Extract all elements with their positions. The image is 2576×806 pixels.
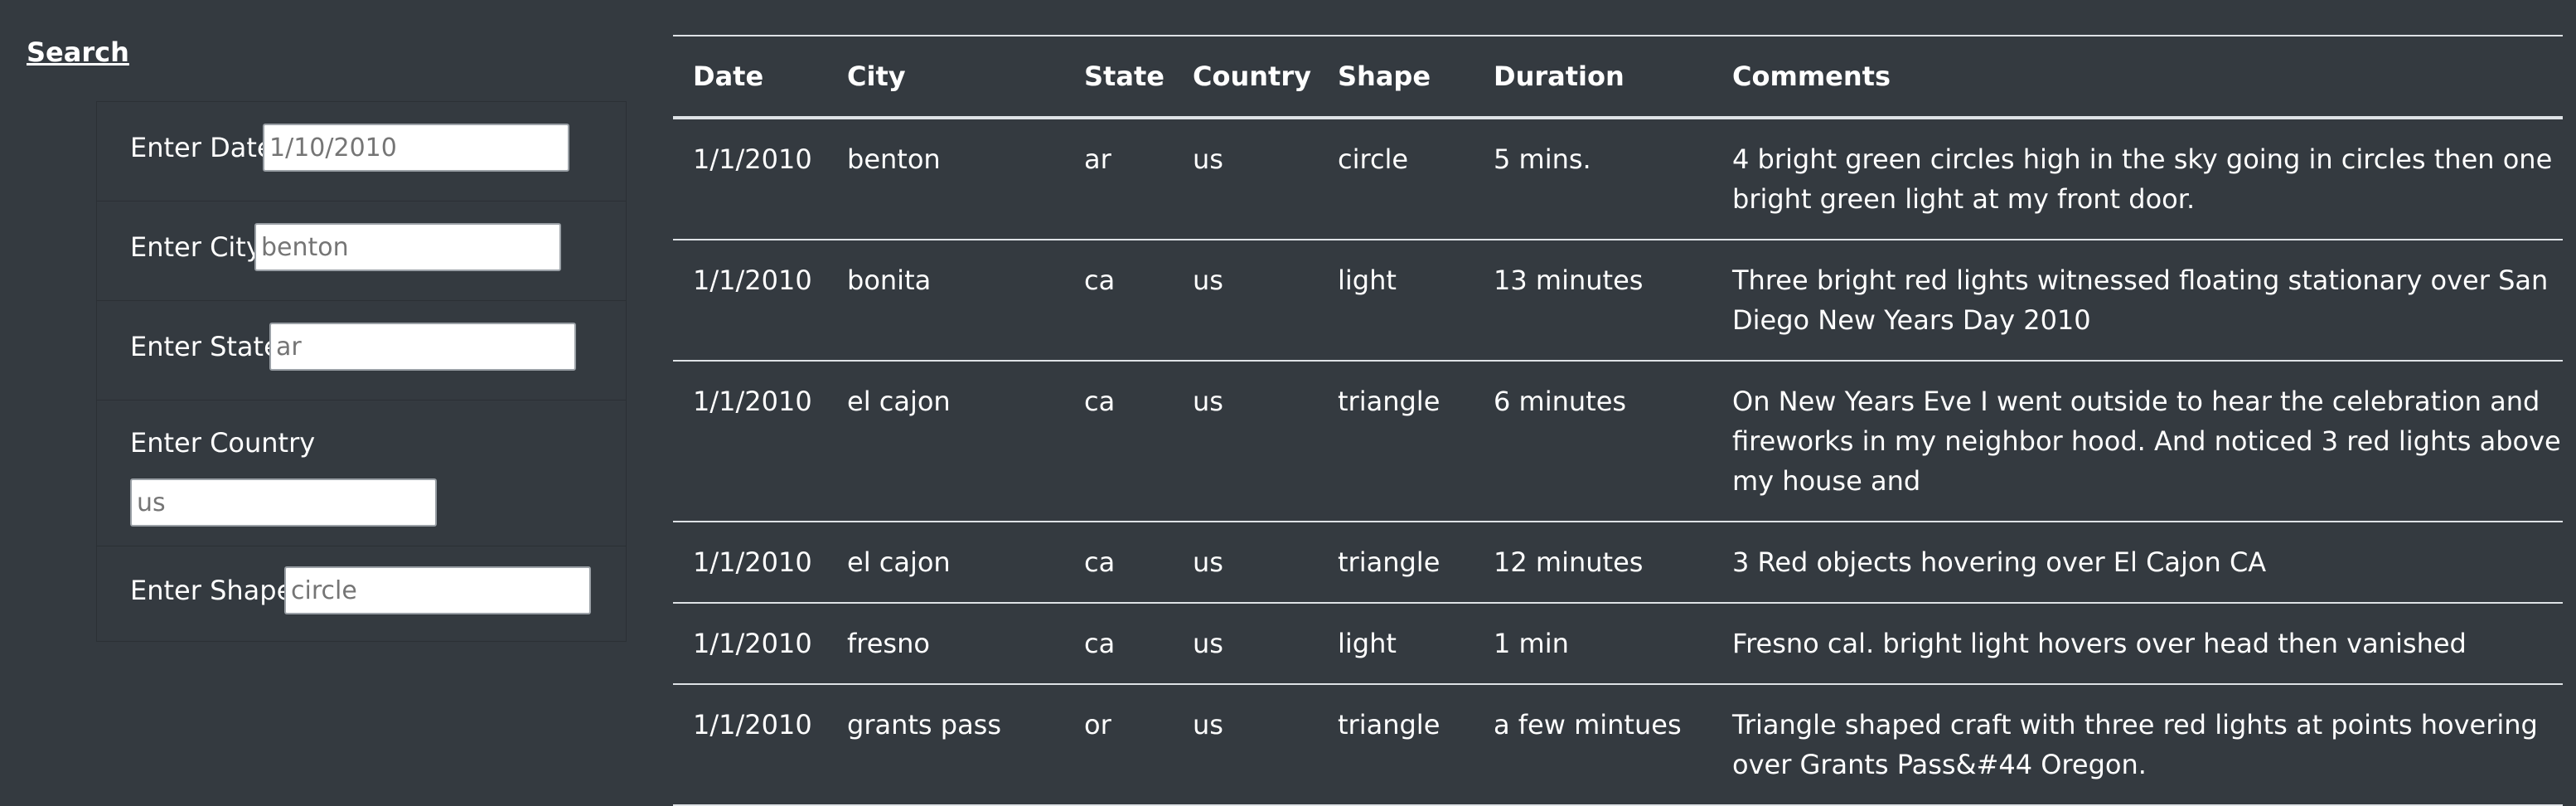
cell-city: el cajon [827,361,1064,522]
cell-city: grants pass [827,684,1064,806]
cell-duration: 12 minutes [1474,522,1712,604]
filter-sidebar: Search Enter Date Enter City Enter State… [27,0,640,806]
cell-duration: 5 mins. [1474,118,1712,240]
cell-duration: a few mintues [1474,684,1712,806]
cell-date: 1/1/2010 [673,118,827,240]
state-filter-label: Enter State [130,331,280,362]
filter-list: Enter Date Enter City Enter State Enter … [96,101,627,642]
cell-shape: triangle [1318,684,1474,806]
filter-item-shape: Enter Shape [97,546,626,643]
header-duration: Duration [1474,36,1712,119]
filter-item-city: Enter City [97,202,626,301]
cell-comments: 3 Red objects hovering over El Cajon CA [1712,522,2563,604]
cell-shape: triangle [1318,361,1474,522]
shape-filter-label: Enter Shape [130,575,293,606]
cell-country: us [1173,522,1318,604]
page: Search Enter Date Enter City Enter State… [0,0,2576,806]
cell-duration: 6 minutes [1474,361,1712,522]
header-state: State [1064,36,1173,119]
header-date: Date [673,36,827,119]
date-filter-label: Enter Date [130,132,274,163]
cell-date: 1/1/2010 [673,684,827,806]
city-input[interactable] [254,223,561,271]
cell-comments: Fresno cal. bright light hovers over hea… [1712,603,2563,685]
cell-shape: light [1318,240,1474,362]
cell-country: us [1173,603,1318,685]
state-input[interactable] [269,323,576,371]
cell-shape: circle [1318,118,1474,240]
cell-state: or [1064,684,1173,806]
cell-date: 1/1/2010 [673,522,827,604]
cell-state: ca [1064,522,1173,604]
cell-shape: triangle [1318,522,1474,604]
cell-duration: 1 min [1474,603,1712,685]
table-row: 1/1/2010 bonita ca us light 13 minutes T… [673,240,2563,362]
cell-comments: 4 bright green circles high in the sky g… [1712,118,2563,240]
cell-country: us [1173,684,1318,806]
cell-city: fresno [827,603,1064,685]
cell-city: benton [827,118,1064,240]
header-comments: Comments [1712,36,2563,119]
cell-date: 1/1/2010 [673,361,827,522]
cell-duration: 13 minutes [1474,240,1712,362]
filter-item-date: Enter Date [97,102,626,202]
table-header: Date City State Country Shape Duration C… [673,36,2563,119]
cell-shape: light [1318,603,1474,685]
cell-country: us [1173,361,1318,522]
header-row: Date City State Country Shape Duration C… [673,36,2563,119]
header-shape: Shape [1318,36,1474,119]
results-table-container: Date City State Country Shape Duration C… [673,0,2563,806]
header-city: City [827,36,1064,119]
shape-input[interactable] [284,566,591,614]
country-filter-label: Enter Country [130,427,316,459]
table-row: 1/1/2010 el cajon ca us triangle 12 minu… [673,522,2563,604]
table-body: 1/1/2010 benton ar us circle 5 mins. 4 b… [673,118,2563,806]
cell-country: us [1173,118,1318,240]
cell-date: 1/1/2010 [673,603,827,685]
table-row: 1/1/2010 grants pass or us triangle a fe… [673,684,2563,806]
cell-state: ca [1064,603,1173,685]
date-input[interactable] [263,124,569,172]
cell-city: el cajon [827,522,1064,604]
table-row: 1/1/2010 benton ar us circle 5 mins. 4 b… [673,118,2563,240]
table-row: 1/1/2010 el cajon ca us triangle 6 minut… [673,361,2563,522]
table-row: 1/1/2010 fresno ca us light 1 min Fresno… [673,603,2563,685]
filter-item-country: Enter Country [97,401,626,546]
cell-date: 1/1/2010 [673,240,827,362]
cell-state: ca [1064,361,1173,522]
header-country: Country [1173,36,1318,119]
cell-state: ar [1064,118,1173,240]
city-filter-label: Enter City [130,231,262,263]
cell-comments: On New Years Eve I went outside to hear … [1712,361,2563,522]
cell-city: bonita [827,240,1064,362]
filter-item-state: Enter State [97,301,626,401]
ufo-sightings-table: Date City State Country Shape Duration C… [673,36,2563,806]
cell-country: us [1173,240,1318,362]
cell-comments: Triangle shaped craft with three red lig… [1712,684,2563,806]
country-input[interactable] [130,478,437,527]
cell-comments: Three bright red lights witnessed floati… [1712,240,2563,362]
cell-state: ca [1064,240,1173,362]
search-link[interactable]: Search [27,36,129,68]
